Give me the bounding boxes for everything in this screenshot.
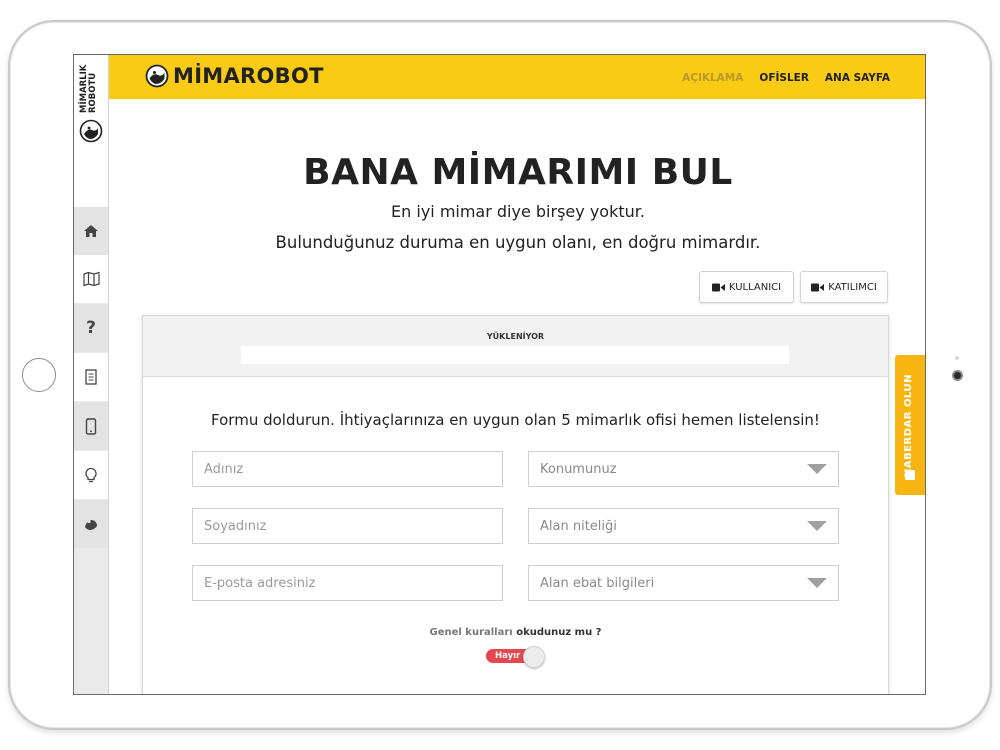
question-icon: ? [86,318,96,338]
mobile-icon [85,417,97,435]
location-select[interactable]: Konumunuz [528,451,839,487]
participant-video-button[interactable]: KATILIMCI [800,271,888,303]
email-input[interactable] [204,575,491,591]
home-icon [84,225,98,237]
last-name-field[interactable] [192,508,503,544]
lightbulb-icon [85,467,97,482]
brand[interactable]: MİMAROBOT [145,64,324,88]
page-title: BANA MİMARIMI BUL [303,152,733,193]
nav-item-home[interactable]: ANA SAYFA [825,72,890,84]
user-video-button[interactable]: KULLANICI [699,271,794,303]
robot-icon [85,519,97,530]
sidebar-item-robot[interactable] [74,500,108,548]
map-icon [82,271,100,287]
newsletter-tab-label: HABERDAR OLUN [903,374,914,477]
sidebar-logo-text: MİMARLIK ROBOTU [79,64,98,113]
rules-toggle[interactable]: Hayır [486,646,548,668]
left-sidebar: MİMARLIK ROBOTU ? [74,55,109,694]
first-name-field[interactable] [192,451,503,487]
nav-item-offices[interactable]: OFİSLER [759,72,809,84]
last-name-input[interactable] [204,518,491,534]
top-header: MİMAROBOT AÇIKLAMA OFİSLER ANA SAYFA [109,55,925,99]
location-select-value: Konumunuz [540,461,617,477]
sidebar-item-document[interactable] [74,353,108,401]
rules-link[interactable]: Genel kuralları [430,627,513,638]
area-size-select[interactable]: Alan ebat bilgileri [528,565,839,601]
robot-logo-icon [79,119,103,143]
document-icon [85,369,97,385]
rules-question-text: okudunuz mu ? [516,627,602,638]
newsletter-tab[interactable]: HABERDAR OLUN [895,355,925,495]
first-name-input[interactable] [204,461,491,477]
page-subtitle-2: Bulunduğunuz duruma en uygun olanı, en d… [275,233,761,252]
brand-name: MİMAROBOT [173,64,324,88]
user-video-label: KULLANICI [728,281,782,293]
front-camera [952,370,963,381]
home-button[interactable] [22,358,56,392]
nav-item-description[interactable]: AÇIKLAMA [682,72,743,84]
loading-bar [241,346,789,364]
toggle-knob[interactable] [523,646,545,668]
toggle-label: Hayır [495,651,521,661]
screen: MİMARLIK ROBOTU ? MİMAROBOT AÇIKLAMA OFİ… [73,54,926,695]
participant-video-label: KATILIMCI [828,281,877,293]
loading-label: YÜKLENİYOR [486,332,545,341]
dropdown-caret-icon [807,464,827,474]
sidebar-item-mobile[interactable] [74,402,108,450]
sidebar-item-map[interactable] [74,255,108,303]
area-size-select-value: Alan ebat bilgileri [540,575,655,591]
sidebar-logo[interactable]: MİMARLIK ROBOTU [74,55,108,207]
main-nav: AÇIKLAMA OFİSLER ANA SAYFA [682,72,890,84]
page-subtitle-1: En iyi mimar diye birşey yoktur. [391,202,645,221]
dropdown-caret-icon [807,578,827,588]
video-camera-icon [711,283,725,291]
newsletter-icon [905,470,915,480]
video-camera-icon [811,283,825,291]
form-card: YÜKLENİYOR Formu doldurun. İhtiyaçlarını… [142,315,889,694]
email-field[interactable] [192,565,503,601]
front-sensor [955,356,959,360]
area-type-select[interactable]: Alan niteliği [528,508,839,544]
robot-logo-icon [145,64,169,88]
sidebar-item-home[interactable] [74,207,108,255]
area-type-select-value: Alan niteliği [540,518,617,534]
loading-panel: YÜKLENİYOR [143,316,888,377]
form-heading: Formu doldurun. İhtiyaçlarınıza en uygun… [211,411,820,429]
sidebar-item-faq[interactable]: ? [74,304,108,352]
rules-question: Genel kuralları okudunuz mu ? [143,627,888,638]
dropdown-caret-icon [807,521,827,531]
sidebar-item-ideas[interactable] [74,451,108,499]
